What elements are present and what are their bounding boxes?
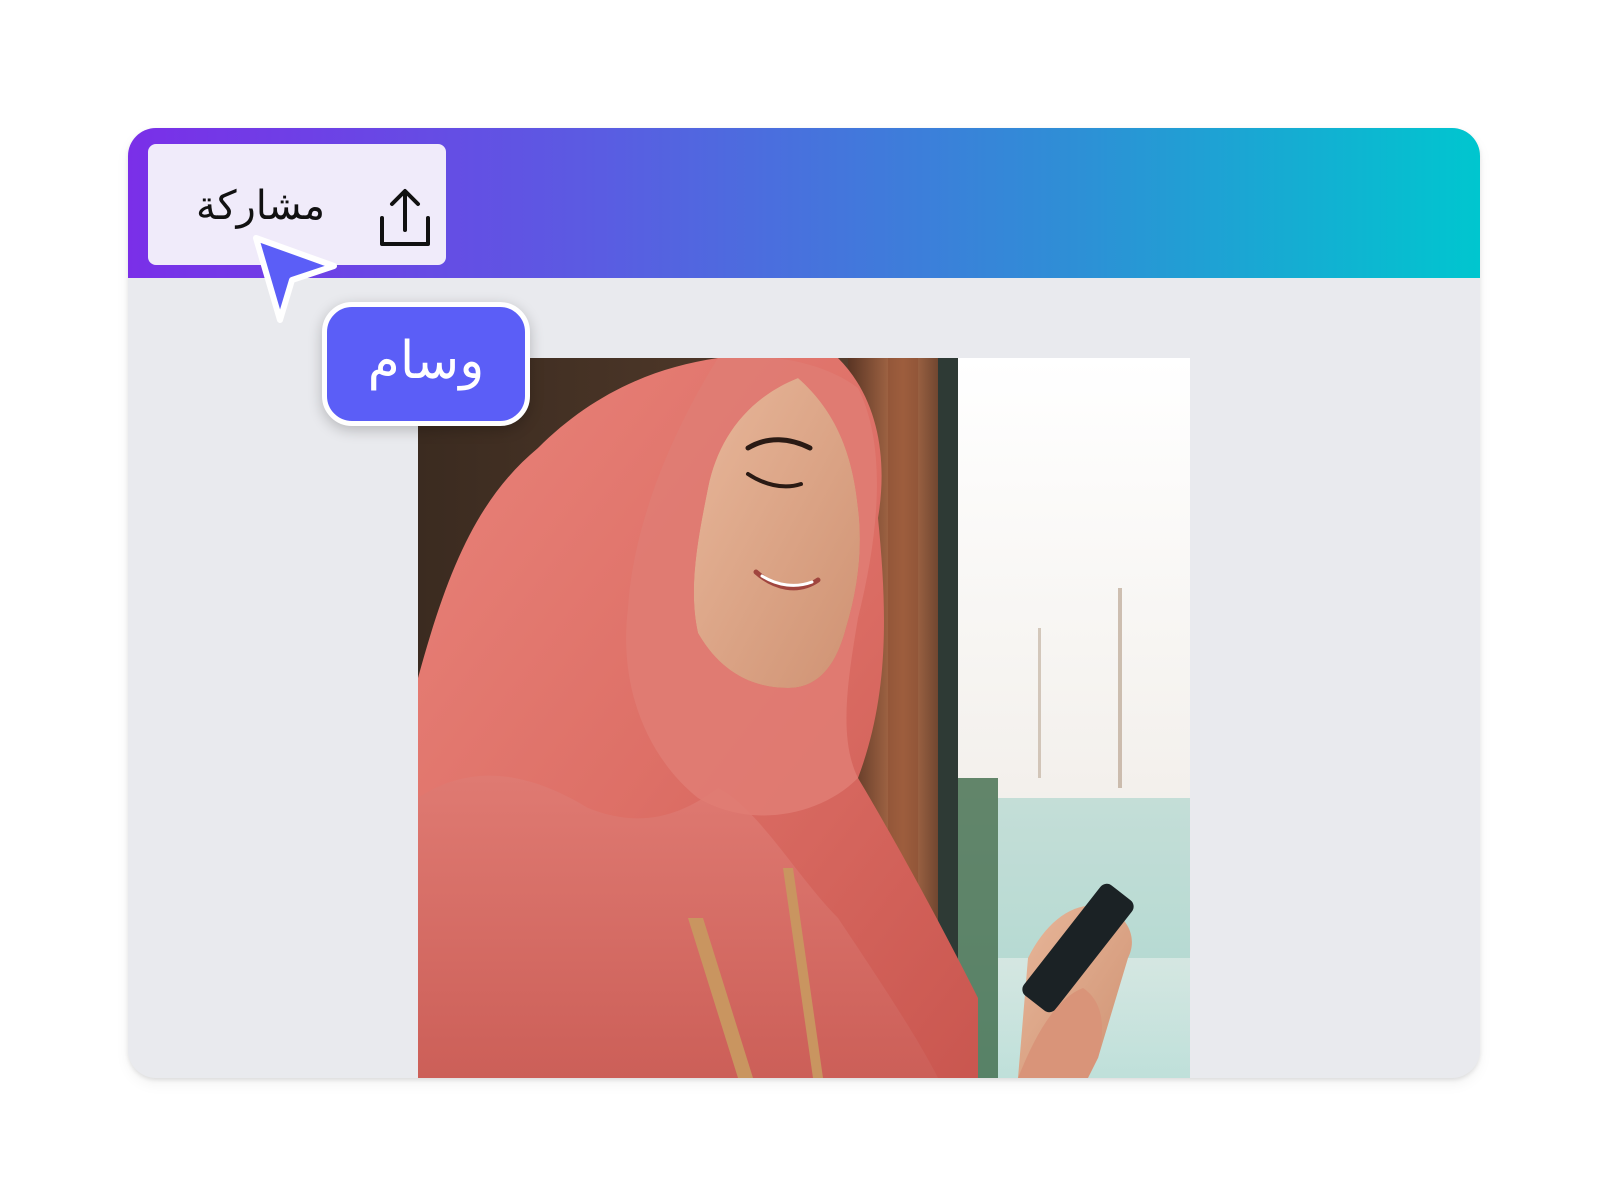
collaborator-name-tag: وسام	[322, 302, 530, 426]
collaborator-name: وسام	[367, 331, 485, 391]
share-upload-icon	[380, 189, 430, 246]
photo-woman-hijab	[418, 358, 1190, 1078]
stage: مشاركة وسام	[0, 0, 1600, 1200]
share-button-label: مشاركة	[196, 183, 326, 229]
photo-image[interactable]	[418, 358, 1190, 1078]
